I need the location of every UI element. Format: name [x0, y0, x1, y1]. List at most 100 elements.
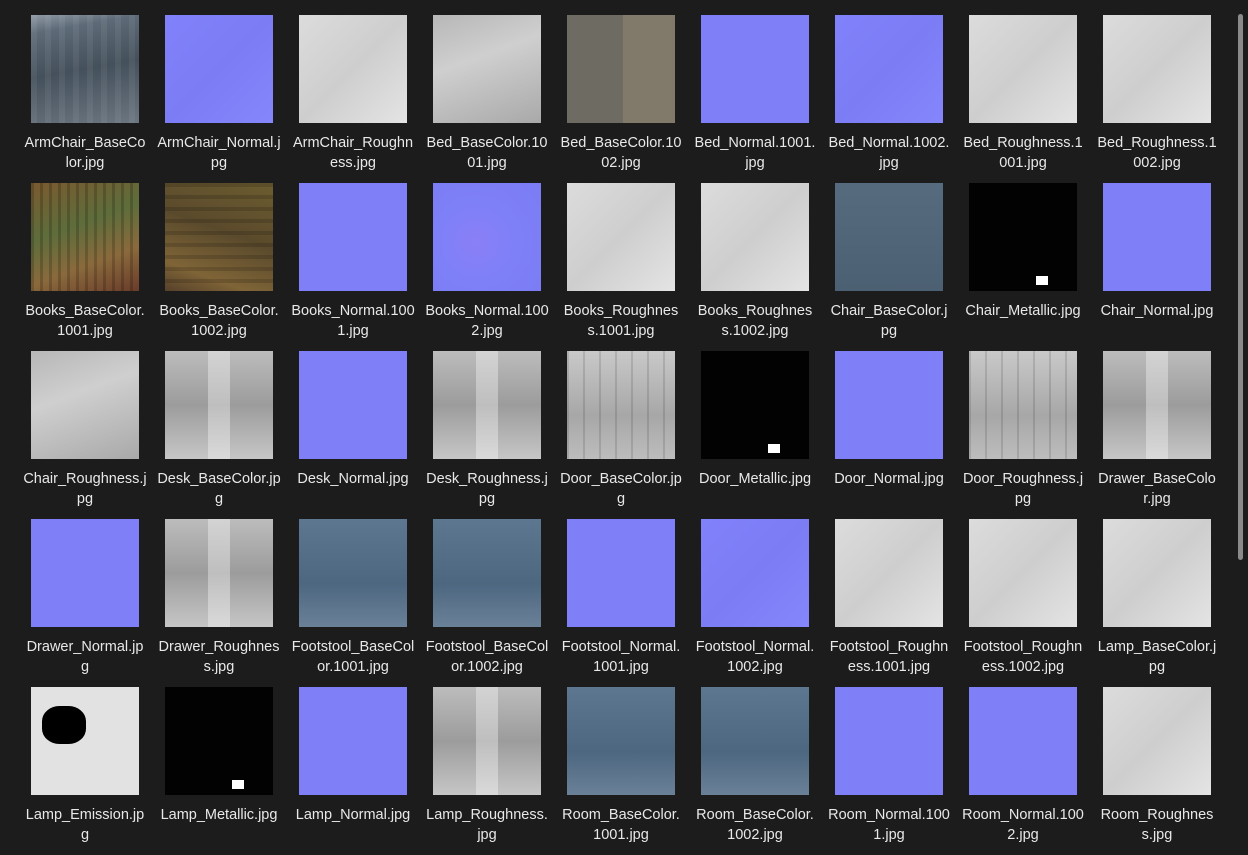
- file-item[interactable]: Desk_Normal.jpg: [286, 351, 420, 519]
- file-item[interactable]: Room_Roughness.jpg: [1090, 687, 1224, 855]
- file-item[interactable]: Drawer_Normal.jpg: [18, 519, 152, 687]
- file-name: Drawer_BaseColor.jpg: [1098, 471, 1216, 507]
- mask-highlight: [231, 779, 244, 789]
- file-item[interactable]: Books_Roughness.1002.jpg: [688, 183, 822, 351]
- file-item[interactable]: Bed_Normal.1001.jpg: [688, 15, 822, 183]
- file-item[interactable]: Door_Normal.jpg: [822, 351, 956, 519]
- file-thumbnail: [567, 183, 675, 291]
- file-name: Room_BaseColor.1001.jpg: [562, 807, 680, 843]
- file-thumbnail: [835, 351, 943, 459]
- file-name: Lamp_Normal.jpg: [295, 807, 411, 823]
- file-item[interactable]: Books_BaseColor.1002.jpg: [152, 183, 286, 351]
- file-name: Bed_Normal.1002.jpg: [828, 135, 950, 171]
- file-item[interactable]: Lamp_Emission.jpg: [18, 687, 152, 855]
- file-item[interactable]: Drawer_Roughness.jpg: [152, 519, 286, 687]
- file-item[interactable]: Chair_Normal.jpg: [1090, 183, 1224, 351]
- file-thumbnail: [31, 15, 139, 123]
- file-item[interactable]: Bed_Roughness.1001.jpg: [956, 15, 1090, 183]
- file-item[interactable]: Footstool_Normal.1002.jpg: [688, 519, 822, 687]
- file-name: Drawer_Roughness.jpg: [158, 639, 280, 675]
- file-name: Bed_Roughness.1001.jpg: [963, 135, 1083, 171]
- file-thumbnail: [165, 687, 273, 795]
- file-name: Room_BaseColor.1002.jpg: [696, 807, 814, 843]
- file-thumbnail: [299, 183, 407, 291]
- file-item[interactable]: Books_BaseColor.1001.jpg: [18, 183, 152, 351]
- file-item[interactable]: Bed_BaseColor.1001.jpg: [420, 15, 554, 183]
- file-name: Bed_Normal.1001.jpg: [694, 135, 816, 171]
- file-item[interactable]: Room_BaseColor.1002.jpg: [688, 687, 822, 855]
- file-item[interactable]: ArmChair_Roughness.jpg: [286, 15, 420, 183]
- file-item[interactable]: Books_Roughness.1001.jpg: [554, 183, 688, 351]
- file-item[interactable]: Drawer_BaseColor.jpg: [1090, 351, 1224, 519]
- file-thumbnail: [299, 519, 407, 627]
- file-name: Lamp_Emission.jpg: [25, 807, 145, 843]
- file-name: Lamp_BaseColor.jpg: [1097, 639, 1217, 675]
- file-name: Footstool_BaseColor.1002.jpg: [425, 639, 549, 675]
- file-item[interactable]: Room_Normal.1002.jpg: [956, 687, 1090, 855]
- file-item[interactable]: Footstool_BaseColor.1001.jpg: [286, 519, 420, 687]
- file-thumbnail: [835, 519, 943, 627]
- file-item[interactable]: Room_Normal.1001.jpg: [822, 687, 956, 855]
- file-name: Door_Metallic.jpg: [698, 471, 812, 487]
- file-name: Footstool_Normal.1002.jpg: [695, 639, 815, 675]
- file-item[interactable]: Room_BaseColor.1001.jpg: [554, 687, 688, 855]
- file-item[interactable]: Footstool_BaseColor.1002.jpg: [420, 519, 554, 687]
- file-item[interactable]: Lamp_Normal.jpg: [286, 687, 420, 855]
- file-item[interactable]: Chair_BaseColor.jpg: [822, 183, 956, 351]
- mask-highlight: [1035, 275, 1048, 285]
- file-name: Door_Normal.jpg: [834, 471, 944, 487]
- file-item[interactable]: Door_Metallic.jpg: [688, 351, 822, 519]
- file-item[interactable]: Desk_Roughness.jpg: [420, 351, 554, 519]
- file-thumbnail: [165, 351, 273, 459]
- file-thumbnail: [969, 15, 1077, 123]
- file-name: Footstool_Normal.1001.jpg: [561, 639, 681, 675]
- file-item[interactable]: Chair_Roughness.jpg: [18, 351, 152, 519]
- file-item[interactable]: Chair_Metallic.jpg: [956, 183, 1090, 351]
- mask-shadow: [41, 706, 86, 745]
- file-thumbnail: [969, 687, 1077, 795]
- file-name: Room_Normal.1002.jpg: [962, 807, 1084, 843]
- file-item[interactable]: Books_Normal.1001.jpg: [286, 183, 420, 351]
- file-thumbnail: [31, 687, 139, 795]
- file-thumbnail: [433, 183, 541, 291]
- file-name: Bed_BaseColor.1002.jpg: [560, 135, 682, 171]
- file-thumbnail: [1103, 351, 1211, 459]
- file-item[interactable]: Door_BaseColor.jpg: [554, 351, 688, 519]
- file-item[interactable]: Desk_BaseColor.jpg: [152, 351, 286, 519]
- file-item[interactable]: Books_Normal.1002.jpg: [420, 183, 554, 351]
- file-thumbnail: [31, 183, 139, 291]
- file-item[interactable]: Lamp_Roughness.jpg: [420, 687, 554, 855]
- file-item[interactable]: Lamp_Metallic.jpg: [152, 687, 286, 855]
- file-thumbnail: [835, 183, 943, 291]
- file-name: Chair_BaseColor.jpg: [830, 303, 948, 339]
- file-item[interactable]: Footstool_Roughness.1002.jpg: [956, 519, 1090, 687]
- file-item[interactable]: Bed_BaseColor.1002.jpg: [554, 15, 688, 183]
- file-name: Bed_BaseColor.1001.jpg: [426, 135, 548, 171]
- file-name: Room_Normal.1001.jpg: [828, 807, 950, 843]
- file-name: Drawer_Normal.jpg: [26, 639, 144, 675]
- file-name: ArmChair_BaseColor.jpg: [24, 135, 146, 171]
- vertical-scrollbar[interactable]: [1234, 0, 1248, 821]
- file-name: Footstool_Roughness.1002.jpg: [963, 639, 1083, 675]
- file-item[interactable]: Bed_Normal.1002.jpg: [822, 15, 956, 183]
- file-item[interactable]: ArmChair_BaseColor.jpg: [18, 15, 152, 183]
- file-item[interactable]: Footstool_Roughness.1001.jpg: [822, 519, 956, 687]
- file-thumbnail: [567, 519, 675, 627]
- file-thumbnail: [567, 351, 675, 459]
- file-item[interactable]: Footstool_Normal.1001.jpg: [554, 519, 688, 687]
- file-thumbnail: [31, 351, 139, 459]
- file-name: ArmChair_Roughness.jpg: [292, 135, 414, 171]
- file-item[interactable]: ArmChair_Normal.jpg: [152, 15, 286, 183]
- file-thumbnail: [567, 15, 675, 123]
- file-name: Bed_Roughness.1002.jpg: [1097, 135, 1217, 171]
- file-thumbnail: [969, 519, 1077, 627]
- file-name: Lamp_Metallic.jpg: [160, 807, 278, 823]
- file-item[interactable]: Door_Roughness.jpg: [956, 351, 1090, 519]
- file-thumbnail: [433, 351, 541, 459]
- file-item[interactable]: Lamp_BaseColor.jpg: [1090, 519, 1224, 687]
- file-thumbnail: [433, 519, 541, 627]
- file-name: Books_Normal.1002.jpg: [425, 303, 549, 339]
- scrollbar-thumb[interactable]: [1238, 14, 1243, 560]
- file-thumbnail: [299, 687, 407, 795]
- file-item[interactable]: Bed_Roughness.1002.jpg: [1090, 15, 1224, 183]
